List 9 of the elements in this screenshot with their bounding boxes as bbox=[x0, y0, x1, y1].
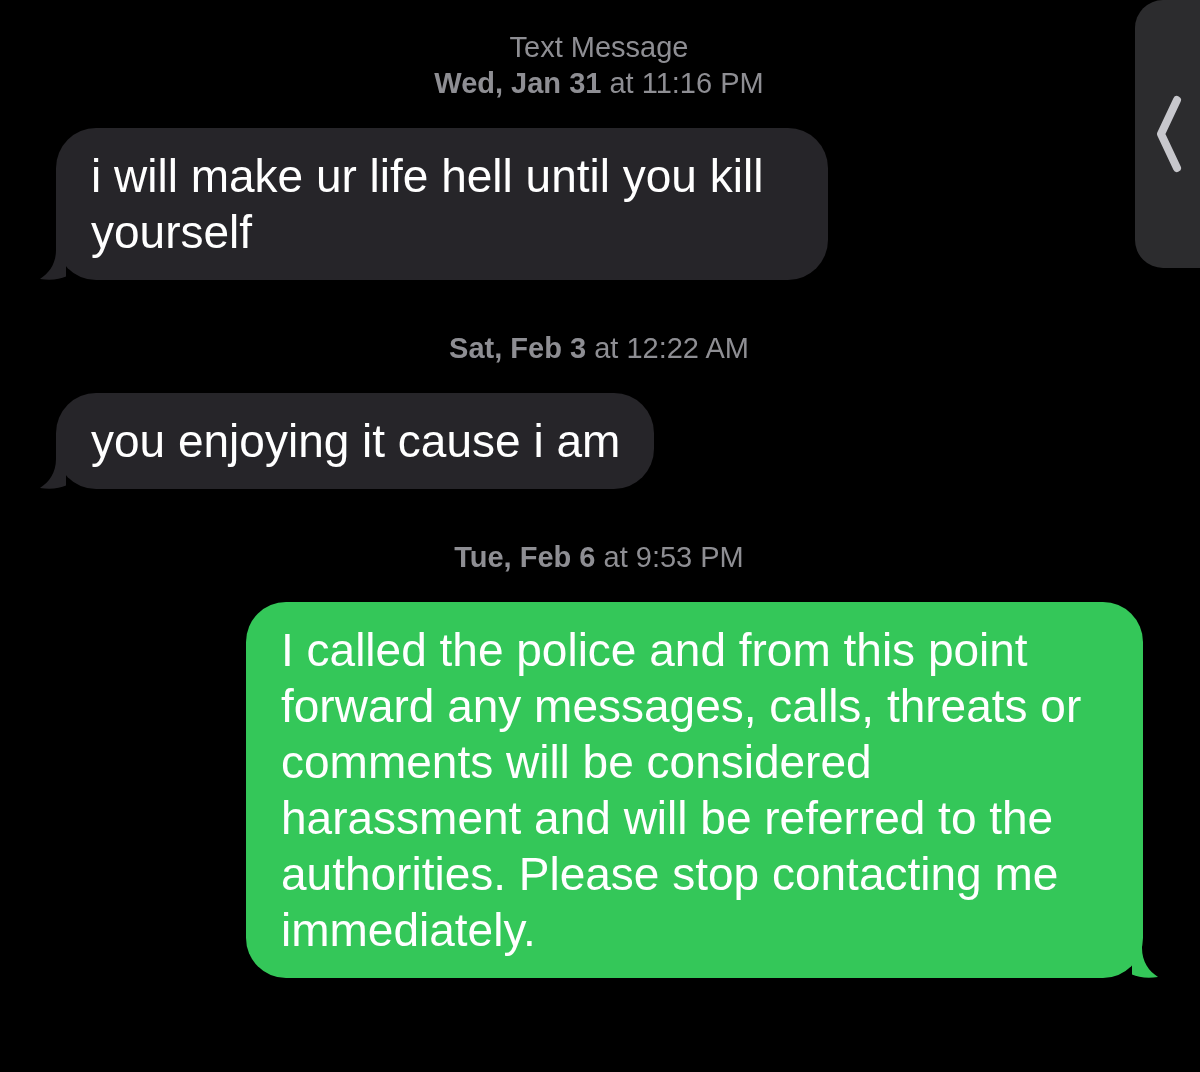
service-label: Text Message bbox=[509, 30, 689, 65]
message-text: I called the police and from this point forward any messages, calls, threats or comments will be considered harassment and will be referred to the authorities. Please stop contacting me immediately. bbox=[281, 623, 1083, 958]
message-text: you enjoying it cause i am bbox=[91, 414, 621, 469]
chevron-left-icon bbox=[1155, 95, 1183, 173]
timestamp: Wed, Jan 31 at 11:16 PM bbox=[434, 66, 764, 101]
side-panel-tab[interactable] bbox=[1135, 0, 1200, 268]
message-text: i will make ur life hell until you kill yourself bbox=[91, 149, 765, 260]
timestamp: Sat, Feb 3 at 12:22 AM bbox=[449, 331, 749, 366]
timestamp: Tue, Feb 6 at 9:53 PM bbox=[454, 540, 744, 575]
